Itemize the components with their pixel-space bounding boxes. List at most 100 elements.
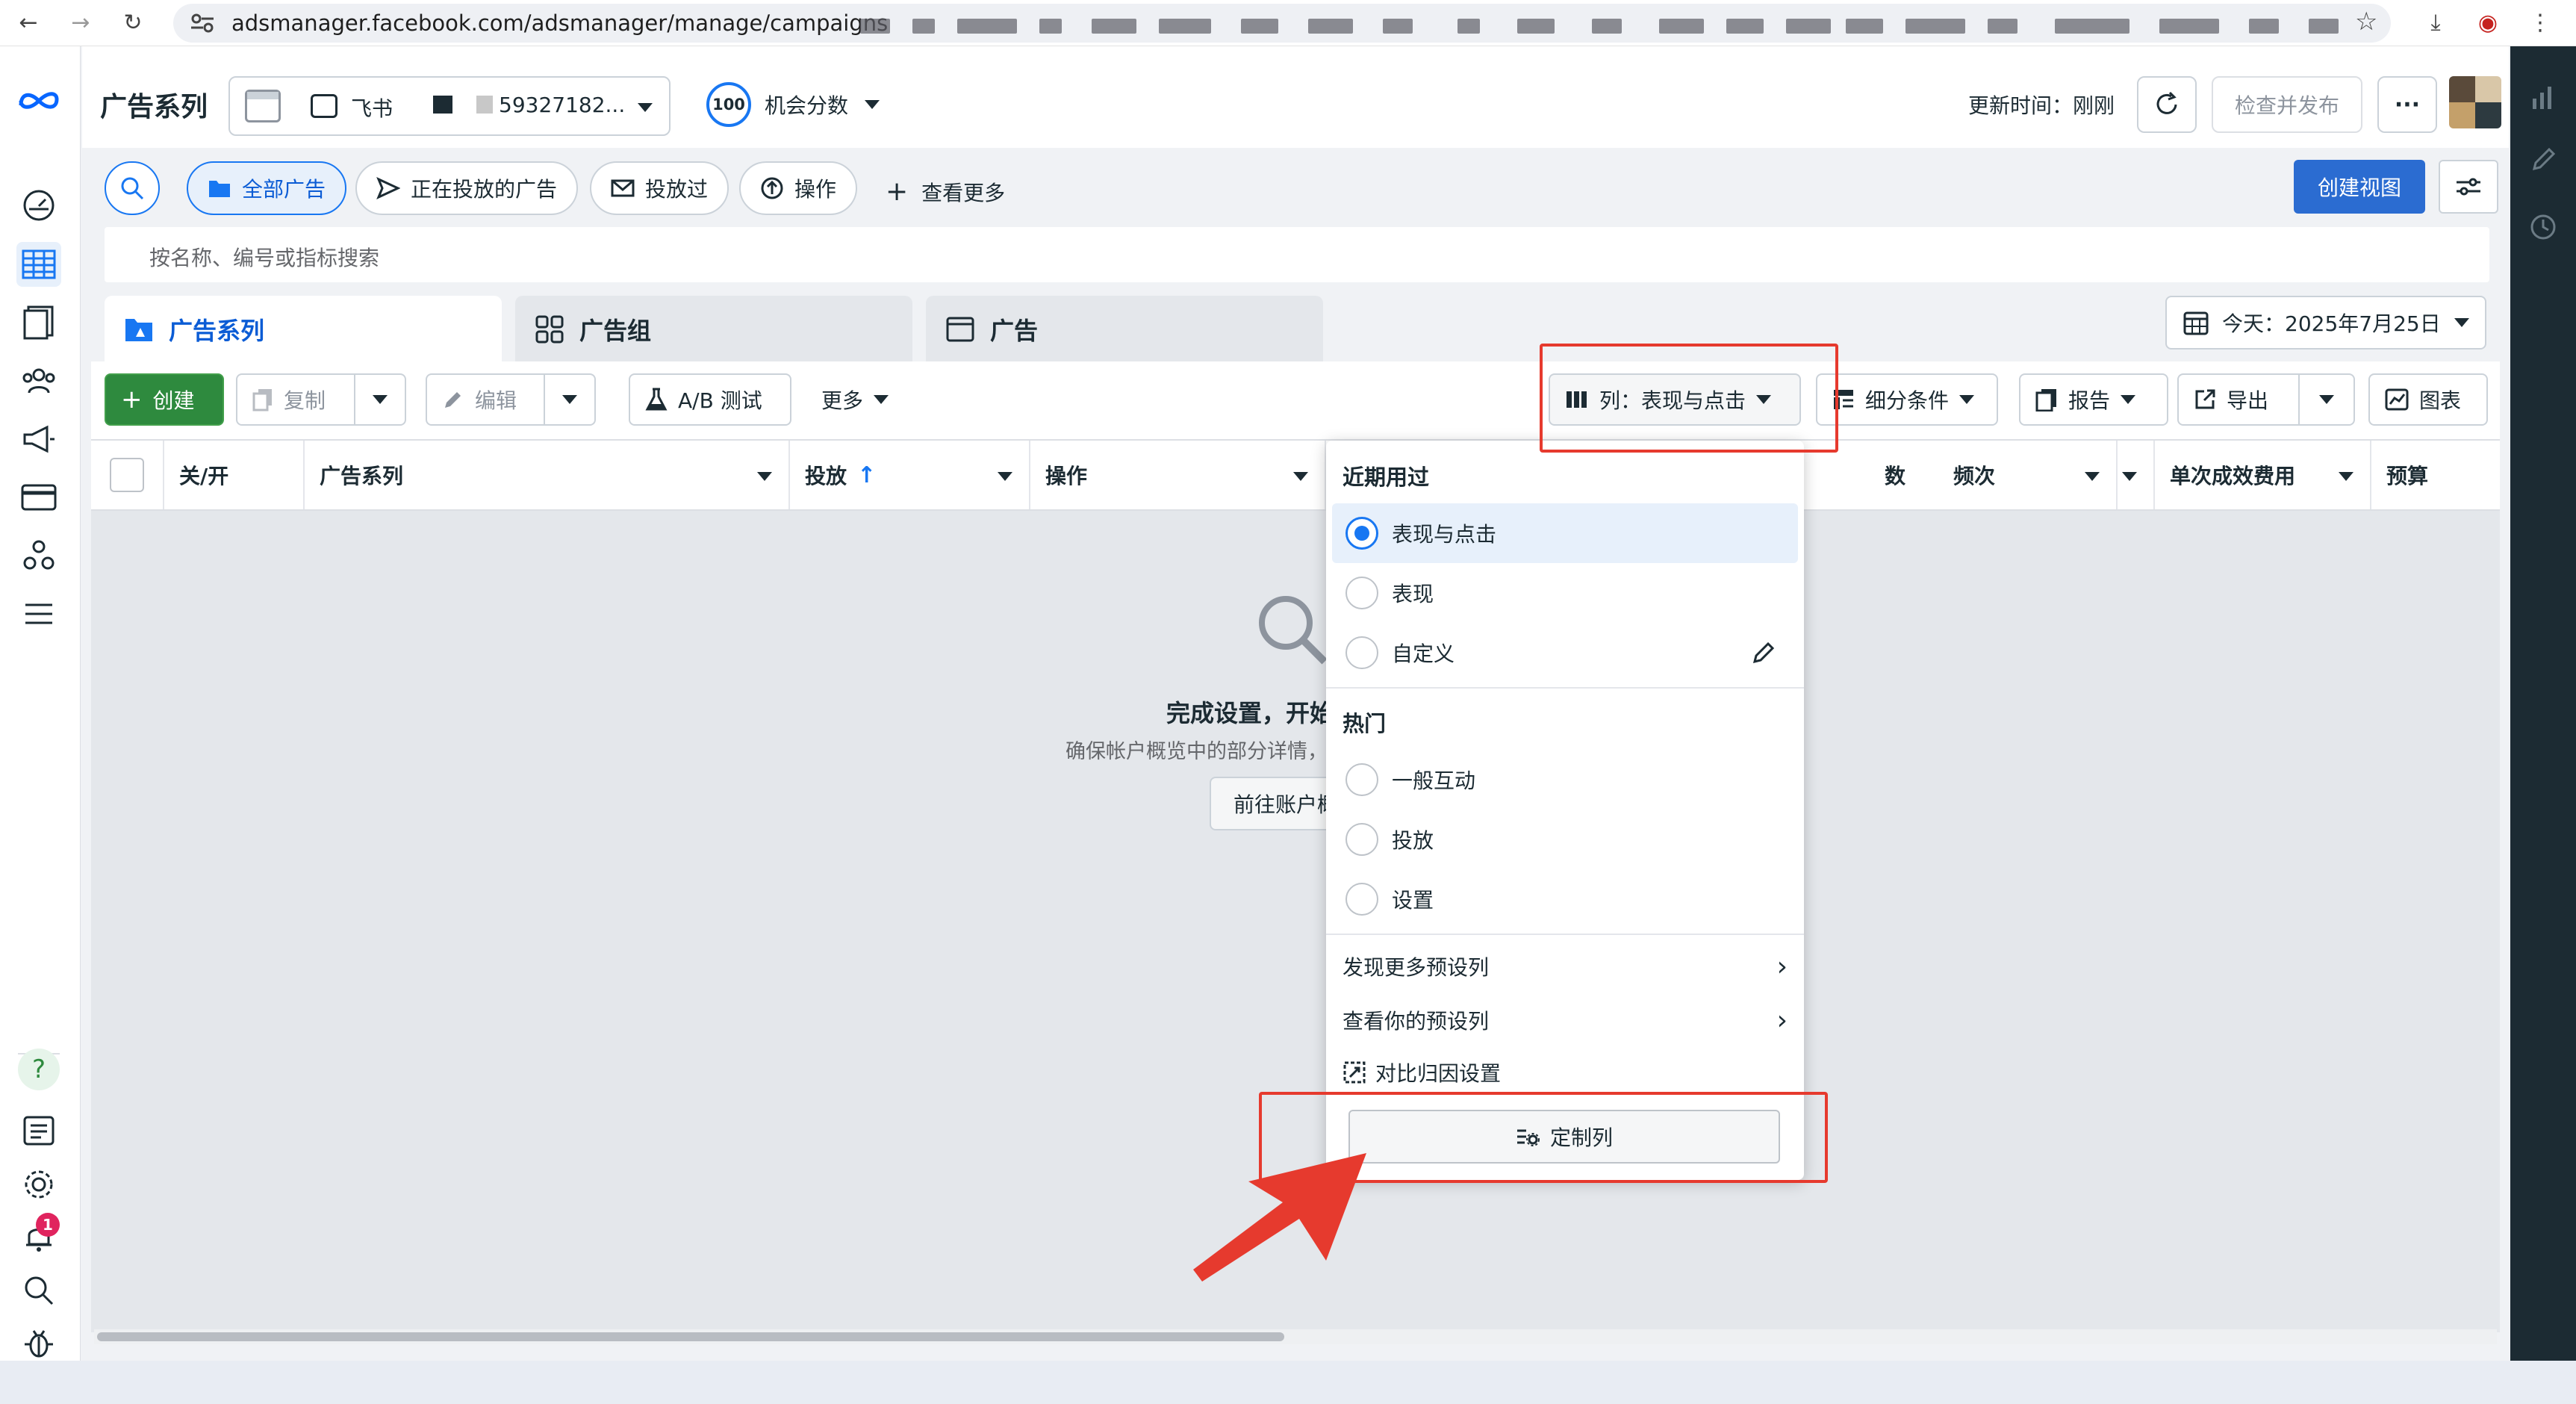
date-range-picker[interactable]: 今天：2025年7月25日 bbox=[2165, 296, 2486, 350]
filter-actions[interactable]: 操作 bbox=[739, 161, 858, 215]
menu-item-setup[interactable]: 设置 bbox=[1332, 869, 1798, 929]
view-settings-button[interactable] bbox=[2439, 160, 2498, 214]
more-actions-button[interactable]: 更多 bbox=[805, 373, 905, 426]
export-dropdown-button[interactable] bbox=[2298, 373, 2355, 426]
duplicate-button[interactable]: 复制 bbox=[236, 373, 355, 426]
bottom-bar bbox=[0, 1361, 2576, 1404]
select-all-checkbox[interactable] bbox=[110, 458, 144, 492]
chevron-down-icon[interactable] bbox=[2339, 472, 2353, 481]
view-your-presets-link[interactable]: 查看你的预设列 › bbox=[1343, 996, 1788, 1044]
chevron-down-icon[interactable] bbox=[1293, 472, 1308, 481]
discover-more-presets-link[interactable]: 发现更多预设列 › bbox=[1343, 942, 1788, 990]
filter-active-ads[interactable]: 正在投放的广告 bbox=[355, 161, 579, 215]
ab-test-button[interactable]: A/B 测试 bbox=[629, 373, 791, 426]
search-input[interactable]: 按名称、编号或指标搜索 bbox=[105, 227, 2489, 282]
megaphone-icon[interactable] bbox=[16, 417, 61, 462]
filter-all-ads[interactable]: 全部广告 bbox=[187, 161, 347, 215]
edit-pencil-icon[interactable] bbox=[1750, 639, 1777, 666]
chevron-down-icon bbox=[562, 395, 577, 404]
tab-ad-sets[interactable]: 广告组 bbox=[515, 296, 912, 363]
account-id: 59327182... bbox=[499, 93, 626, 117]
meta-logo-icon[interactable] bbox=[16, 78, 61, 122]
profile-icon[interactable]: ◉ bbox=[2471, 6, 2504, 39]
charts-button[interactable]: 图表 bbox=[2368, 373, 2488, 426]
opportunity-score-label[interactable]: 机会分数 bbox=[765, 90, 848, 119]
review-and-publish-button[interactable]: 检查并发布 bbox=[2212, 76, 2362, 133]
bookmark-star-icon[interactable]: ☆ bbox=[2355, 7, 2377, 37]
back-icon[interactable]: ← bbox=[12, 6, 45, 39]
menu-item-performance-clicks[interactable]: 表现与点击 bbox=[1332, 503, 1798, 563]
refresh-button[interactable] bbox=[2137, 76, 2197, 133]
search-toggle-button[interactable] bbox=[105, 161, 160, 215]
edit-button[interactable]: 编辑 bbox=[426, 373, 545, 426]
download-icon[interactable]: ⤓ bbox=[2419, 6, 2452, 39]
edit-pencil-icon[interactable] bbox=[2528, 145, 2558, 175]
audiences-icon[interactable] bbox=[16, 358, 61, 403]
ad-account-selector[interactable]: 飞书 59327182... bbox=[228, 76, 671, 136]
address-bar[interactable]: adsmanager.facebook.com/adsmanager/manag… bbox=[173, 4, 2391, 43]
tab-ads[interactable]: 广告 bbox=[926, 296, 1323, 363]
column-header-actions[interactable]: 操作 bbox=[1030, 441, 1326, 509]
redacted-block bbox=[433, 96, 452, 114]
column-header-delivery[interactable]: 投放 ↑ bbox=[790, 441, 1030, 509]
left-navigation-rail: ? 1 bbox=[0, 46, 81, 1361]
reload-icon[interactable]: ↻ bbox=[116, 6, 149, 39]
reports-button[interactable]: 报告 bbox=[2019, 373, 2168, 426]
pencil-icon bbox=[445, 392, 461, 408]
search-icon[interactable] bbox=[16, 1268, 61, 1313]
billing-card-icon[interactable] bbox=[16, 475, 61, 520]
chevron-down-icon bbox=[2319, 395, 2334, 404]
report-bug-icon[interactable] bbox=[16, 1320, 61, 1365]
forward-icon[interactable]: → bbox=[64, 6, 97, 39]
pages-icon[interactable] bbox=[16, 300, 61, 345]
empty-state-title: 完成设置，开始 bbox=[1166, 699, 1334, 727]
column-header-campaign[interactable]: 广告系列 bbox=[305, 441, 790, 509]
column-header-frequency[interactable]: 频次 bbox=[1938, 441, 2155, 509]
column-header-cost-per-result[interactable]: 单次成效费用 bbox=[2155, 441, 2371, 509]
menu-item-delivery[interactable]: 投放 bbox=[1332, 810, 1798, 869]
export-button[interactable]: 导出 bbox=[2177, 373, 2300, 426]
all-tools-menu-icon[interactable] bbox=[16, 591, 61, 636]
last-updated-label: 更新时间：刚刚 bbox=[1968, 93, 2115, 118]
compare-attribution-settings-link[interactable]: 对比归因设置 bbox=[1343, 1049, 1788, 1096]
chevron-down-icon[interactable] bbox=[2122, 472, 2137, 481]
chevron-down-icon[interactable] bbox=[998, 472, 1012, 481]
more-options-button[interactable]: ··· bbox=[2377, 76, 2437, 133]
account-image-icon bbox=[245, 90, 281, 122]
column-header-toggle[interactable]: 关/开 bbox=[164, 441, 305, 509]
insights-bar-chart-icon[interactable] bbox=[2528, 82, 2558, 112]
breakdown-button[interactable]: 细分条件 bbox=[1816, 373, 1998, 426]
scrollbar-thumb[interactable] bbox=[97, 1332, 1284, 1341]
chevron-down-icon bbox=[874, 395, 889, 404]
duplicate-dropdown-button[interactable] bbox=[354, 373, 406, 426]
business-tools-icon[interactable] bbox=[16, 533, 61, 578]
history-clock-icon[interactable] bbox=[2528, 212, 2558, 242]
settings-gear-icon[interactable] bbox=[16, 1162, 61, 1207]
campaigns-table-icon[interactable] bbox=[16, 242, 61, 287]
notifications-bell-icon[interactable]: 1 bbox=[16, 1213, 61, 1259]
menu-item-engagement[interactable]: 一般互动 bbox=[1332, 750, 1798, 810]
site-settings-icon[interactable] bbox=[190, 13, 215, 34]
menu-item-custom[interactable]: 自定义 bbox=[1332, 623, 1798, 683]
filter-delivered[interactable]: 投放过 bbox=[590, 161, 729, 215]
reports-icon[interactable] bbox=[16, 1108, 61, 1153]
browser-menu-icon[interactable]: ⋮ bbox=[2524, 6, 2557, 39]
tab-campaigns[interactable]: 广告系列 bbox=[105, 296, 502, 363]
chevron-down-icon bbox=[373, 395, 388, 404]
help-icon[interactable]: ? bbox=[16, 1047, 61, 1092]
see-more-filters-button[interactable]: + 查看更多 bbox=[886, 176, 1005, 207]
edit-dropdown-button[interactable] bbox=[544, 373, 596, 426]
radio-unselected bbox=[1345, 883, 1378, 916]
create-button[interactable]: + 创建 bbox=[105, 373, 224, 426]
opportunity-score-badge[interactable]: 100 bbox=[706, 82, 751, 127]
sort-ascending-icon: ↑ bbox=[857, 462, 877, 488]
avatar[interactable] bbox=[2449, 76, 2501, 128]
chevron-down-icon[interactable] bbox=[757, 472, 772, 481]
notification-count-badge: 1 bbox=[36, 1213, 60, 1237]
create-view-button[interactable]: 创建视图 bbox=[2294, 160, 2425, 214]
menu-item-performance[interactable]: 表现 bbox=[1332, 563, 1798, 623]
column-header-budget[interactable]: 预算 bbox=[2371, 441, 2500, 509]
campaign-folder-icon bbox=[125, 319, 152, 341]
dashboard-gauge-icon[interactable] bbox=[16, 183, 61, 228]
chevron-down-icon[interactable] bbox=[865, 100, 880, 109]
